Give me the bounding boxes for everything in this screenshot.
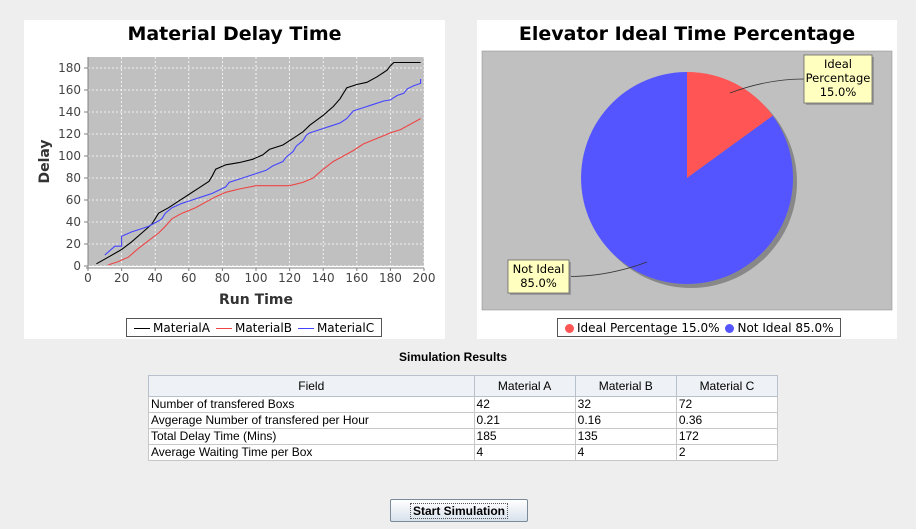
legend-swatch (725, 324, 735, 333)
pie-chart: IdealPercentage15.0% Not Ideal85.0% (481, 50, 893, 311)
legend-label: Not Ideal 85.0% (737, 321, 834, 335)
pie-label-text: Not Ideal (513, 262, 565, 276)
pie-chart-legend: Ideal Percentage 15.0% Not Ideal 85.0% (557, 318, 842, 337)
legend-label: Ideal Percentage 15.0% (577, 321, 720, 335)
y-tick-label: 80 (66, 171, 81, 185)
legend-item-materialc: MaterialC (297, 319, 375, 337)
x-tick-label: 20 (114, 271, 129, 285)
pie-label-text: Ideal (824, 57, 852, 71)
x-tick-label: 140 (312, 271, 335, 285)
table-cell[interactable]: 0.16 (574, 412, 677, 429)
legend-swatch (215, 328, 232, 329)
table-cell[interactable]: 172 (675, 428, 779, 445)
y-tick-label: 180 (58, 61, 81, 75)
y-tick-label: 60 (66, 193, 81, 207)
legend-item-materiala: MaterialA (134, 319, 210, 337)
pie-label-text: Percentage (806, 71, 871, 85)
legend-label: MaterialB (234, 321, 292, 335)
table-cell[interactable]: 0.21 (473, 412, 576, 429)
column-header[interactable]: Material A (473, 375, 576, 397)
table-cell[interactable]: 185 (473, 428, 576, 445)
table-cell[interactable]: 0.36 (675, 412, 779, 429)
line-chart-legend: MaterialA MaterialB MaterialC (126, 318, 383, 337)
x-tick-label: 40 (148, 271, 163, 285)
column-header[interactable]: Material B (574, 375, 677, 397)
results-body: Number of transfered Boxs 42 32 72 Avgerage … (148, 396, 779, 461)
legend-item-materialb: MaterialB (215, 319, 292, 337)
table-row[interactable]: Total Delay Time (Mins) 185 135 172 (148, 428, 779, 445)
legend-label: MaterialC (316, 321, 375, 335)
x-axis-label: Run Time (219, 292, 293, 308)
line-chart: 0 20 40 60 80 100 120 140 160 180 200 0 20 40 60 80 100 1… (37, 57, 436, 308)
x-tick-label: 60 (181, 271, 196, 285)
table-cell[interactable]: Total Delay Time (Mins) (148, 428, 475, 445)
legend-swatch (297, 328, 314, 329)
table-row[interactable]: Number of transfered Boxs 42 32 72 (148, 396, 779, 413)
legend-swatch (134, 328, 150, 329)
table-row[interactable]: Avgerage Number of transfered per Hour 0.… (148, 412, 779, 429)
pie-chart-panel: Elevator Ideal Time Percentage Ideal Perc… (477, 20, 897, 339)
pie-label-text: 85.0% (520, 276, 557, 290)
y-tick-label: 0 (73, 259, 81, 273)
legend-label: MaterialA (153, 321, 210, 335)
results-title: Simulation Results (398, 350, 508, 364)
y-tick-label: 120 (58, 127, 81, 141)
table-cell[interactable]: 4 (473, 444, 576, 461)
table-cell[interactable]: Number of transfered Boxs (148, 396, 475, 413)
y-tick-label: 140 (58, 105, 81, 119)
table-row[interactable]: Average Waiting Time per Box 4 4 2 (148, 444, 779, 461)
start-simulation-label: Start Simulation (409, 502, 508, 519)
table-cell[interactable]: 32 (574, 396, 677, 413)
legend-item-ideal-percentage: Ideal Percentage 15.0% (565, 319, 719, 337)
x-tick-label: 180 (379, 271, 402, 285)
column-header[interactable]: Material C (675, 375, 779, 397)
y-tick-label: 40 (66, 215, 81, 229)
y-tick-label: 20 (66, 237, 81, 251)
start-simulation-button[interactable]: Start Simulation (390, 499, 528, 522)
x-tick-label: 160 (345, 271, 368, 285)
y-tick-label: 160 (58, 83, 81, 97)
table-cell[interactable]: Average Waiting Time per Box (148, 444, 475, 461)
table-cell[interactable]: 135 (574, 428, 677, 445)
pie-label-text: 15.0% (820, 85, 857, 99)
results-header-row: Field Material A Material B Material C (148, 375, 779, 397)
legend-swatch (565, 324, 574, 333)
results-table: Field Material A Material B Material C Numb… (148, 375, 779, 461)
table-cell[interactable]: Avgerage Number of transfered per Hour (148, 412, 475, 429)
table-cell[interactable]: 72 (675, 396, 779, 413)
table-cell[interactable]: 2 (675, 444, 779, 461)
column-header[interactable]: Field (148, 375, 475, 397)
y-axis-label: Delay (37, 139, 53, 183)
y-tick-label: 100 (58, 149, 81, 163)
x-tick-label: 100 (245, 271, 268, 285)
x-tick-label: 0 (84, 271, 92, 285)
legend-item-not-ideal: Not Ideal 85.0% (725, 319, 833, 337)
table-cell[interactable]: 4 (574, 444, 677, 461)
x-tick-label: 80 (215, 271, 230, 285)
table-cell[interactable]: 42 (473, 396, 576, 413)
x-tick-label: 120 (278, 271, 301, 285)
line-chart-panel: Material Delay Time 0 20 40 60 80 100 120 140 16… (24, 20, 445, 339)
x-tick-label: 200 (413, 271, 436, 285)
